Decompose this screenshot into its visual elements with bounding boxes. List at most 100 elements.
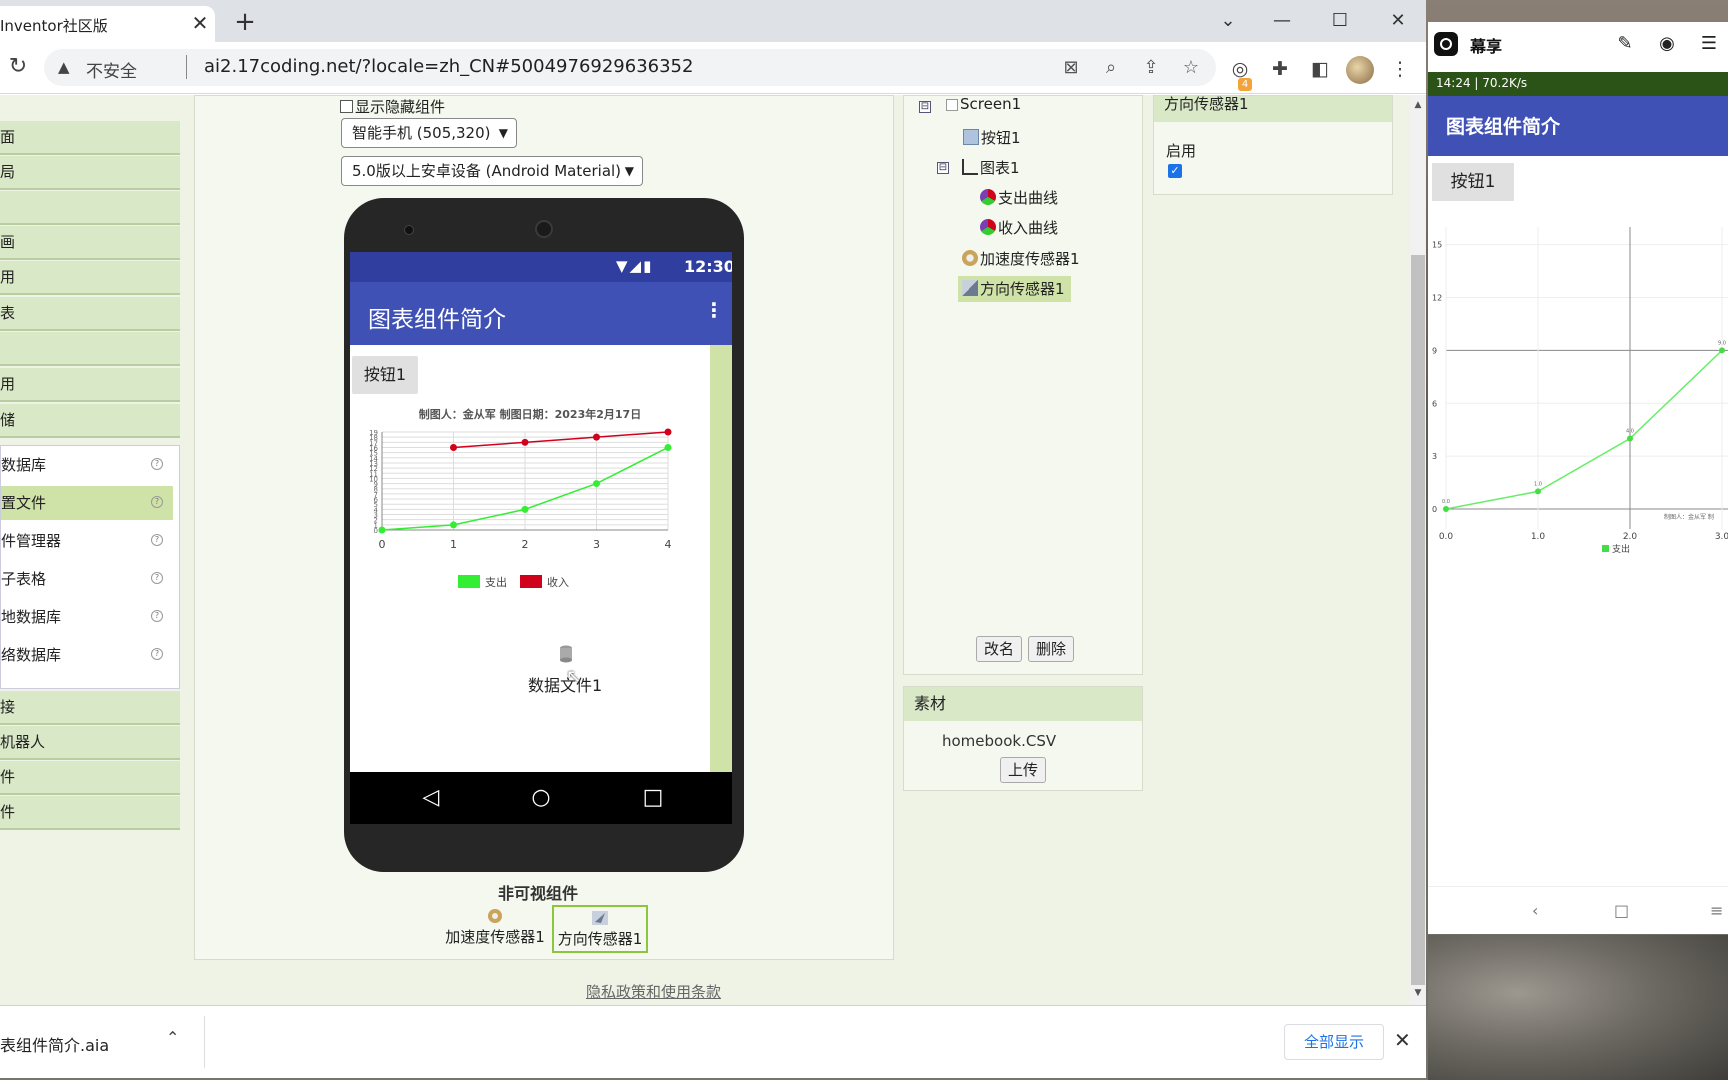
enabled-checkbox[interactable]: ✓ (1168, 164, 1182, 178)
enabled-label: 启用 (1166, 142, 1197, 160)
download-file[interactable]: 表组件简介.aia (0, 1032, 109, 1056)
palette-item[interactable]: 络数据库? (1, 638, 179, 672)
chart1[interactable]: 制图人：金从军 制图日期：2023年2月17日01234567891011121… (350, 404, 710, 594)
button1[interactable]: 按钮1 (352, 356, 418, 394)
download-close-icon[interactable]: ✕ (1394, 1028, 1411, 1052)
palette-category[interactable]: 机器人 (0, 726, 180, 760)
palette-category[interactable]: 局 (0, 156, 180, 190)
show-hidden-checkbox[interactable]: 显示隐藏组件 (340, 96, 445, 117)
zoom-icon[interactable]: ⌕ (1098, 56, 1124, 80)
reload-icon[interactable]: ↻ (6, 54, 30, 80)
wifi-signal-battery-icon: ▼◢▮ (616, 257, 654, 275)
back-icon[interactable]: ‹ (1532, 901, 1538, 920)
collapse-icon[interactable]: ⊟ (937, 162, 949, 174)
x-tick-label: 3 (593, 538, 600, 551)
rename-button[interactable]: 改名 (976, 636, 1022, 662)
browser-tab[interactable]: Inventor社区版 ✕ (0, 6, 215, 42)
tab-close-icon[interactable]: ✕ (190, 11, 210, 35)
share-data-point (1627, 435, 1633, 442)
show-all-button[interactable]: 全部显示 (1284, 1024, 1384, 1060)
palette-item[interactable]: 件管理器? (1, 524, 179, 558)
url-text[interactable]: ai2.17coding.net/?locale=zh_CN#500497692… (204, 56, 693, 77)
profile-avatar[interactable] (1346, 56, 1374, 84)
minimize-icon[interactable]: — (1262, 8, 1302, 34)
palette-category[interactable]: 接 (0, 691, 180, 725)
collapse-icon[interactable]: ⊟ (919, 101, 931, 113)
home-icon[interactable]: ○ (526, 784, 556, 812)
palette-item[interactable]: 数据库? (1, 448, 179, 482)
checkbox-box[interactable] (340, 100, 353, 113)
tree-item-button1[interactable]: 按钮1 (963, 125, 1021, 151)
palette-category[interactable]: 表 (0, 297, 180, 331)
help-icon[interactable]: ? (151, 534, 163, 546)
share-y-tick: 6 (1432, 399, 1437, 408)
new-tab-icon[interactable]: + (232, 9, 258, 36)
maximize-icon[interactable]: ☐ (1320, 8, 1360, 34)
privacy-link[interactable]: 隐私政策和使用条款 (586, 981, 721, 1002)
scroll-down-icon[interactable]: ▼ (1410, 988, 1426, 1000)
media-panel: 素材 homebook.CSV 上传 (903, 686, 1143, 791)
upload-button[interactable]: 上传 (1000, 757, 1046, 783)
side-panel-icon[interactable]: ◧ (1306, 56, 1334, 82)
palette-item[interactable]: 地数据库? (1, 600, 179, 634)
address-bar[interactable]: ▲ 不安全 ai2.17coding.net/?locale=zh_CN#500… (44, 49, 1216, 86)
palette-category[interactable]: 件 (0, 796, 180, 830)
nonvisible-accelerometer[interactable]: 加速度传感器1 (442, 905, 548, 953)
browser-menu-icon[interactable]: ⋮ (1386, 56, 1414, 82)
tree-item-income-line[interactable]: 收入曲线 (980, 215, 1058, 241)
share-legend-swatch (1602, 545, 1609, 552)
tree-item-accelerometer1[interactable]: 加速度传感器1 (962, 246, 1080, 272)
palette-category[interactable]: 用 (0, 261, 180, 295)
menu-icon[interactable]: ≡ (1710, 901, 1723, 920)
tree-item-screen1[interactable]: Screen1 (946, 91, 1021, 117)
home-icon[interactable]: □ (1614, 901, 1629, 920)
overflow-menu-icon[interactable]: ⋮ (704, 298, 724, 322)
palette-category-storage[interactable]: 储 (0, 404, 180, 438)
share-icon[interactable]: ⇪ (1138, 56, 1164, 80)
delete-button[interactable]: 删除 (1028, 636, 1074, 662)
window-close-icon[interactable]: ✕ (1378, 8, 1418, 34)
share-app-name: 幕享 (1470, 37, 1503, 56)
menu-icon[interactable]: ☰ (1698, 32, 1720, 56)
tree-item-chart1[interactable]: 图表1 (962, 155, 1020, 181)
help-icon[interactable]: ? (151, 610, 163, 622)
bookmark-star-icon[interactable]: ☆ (1178, 56, 1204, 80)
palette-category[interactable]: 件 (0, 761, 180, 795)
storage-list: 数据库? 置文件? 件管理器? 子表格? 地数据库? 络数据库? (0, 445, 180, 689)
record-icon[interactable]: ◉ (1656, 32, 1678, 56)
tree-item-orientation-sensor1[interactable]: 方向传感器1 (958, 276, 1071, 302)
help-icon[interactable]: ? (151, 458, 163, 470)
screen-scrollbar[interactable] (710, 345, 732, 772)
insecure-label[interactable]: 不安全 (86, 57, 137, 82)
device-size-select[interactable]: 智能手机 (505,320) ▼ (341, 118, 517, 148)
palette-category[interactable] (0, 332, 180, 366)
chevron-up-icon[interactable]: ⌃ (166, 1028, 179, 1047)
help-icon[interactable]: ? (151, 496, 163, 508)
tree-item-expense-line[interactable]: 支出曲线 (980, 185, 1058, 211)
nonvisible-orientation-sensor[interactable]: 方向传感器1 (552, 905, 648, 953)
phone-nav-bar: ◁ ○ □ (350, 772, 732, 824)
warning-icon[interactable]: ▲ (58, 58, 70, 76)
theme-select[interactable]: 5.0版以上安卓设备 (Android Material) ▼ (341, 156, 643, 186)
help-icon[interactable]: ? (151, 648, 163, 660)
share-button1[interactable]: 按钮1 (1432, 163, 1514, 201)
translate-icon[interactable]: ⊠ (1058, 56, 1084, 80)
brush-icon[interactable]: ✎ (1614, 32, 1636, 56)
share-status-text: 14:24 | 70.2K/s (1436, 76, 1528, 90)
page-scroll-thumb[interactable] (1411, 255, 1425, 985)
chevron-down-icon: ▼ (624, 164, 634, 178)
palette-category[interactable]: 画 (0, 226, 180, 260)
tab-search-chevron-icon[interactable]: ⌄ (1208, 8, 1248, 34)
scroll-up-icon[interactable]: ▲ (1410, 100, 1426, 112)
properties-title: 方向传感器1 (1154, 96, 1392, 122)
recents-icon[interactable]: □ (638, 784, 668, 812)
palette-category[interactable]: 面 (0, 121, 180, 155)
media-file[interactable]: homebook.CSV (942, 732, 1056, 750)
palette-category[interactable] (0, 191, 180, 225)
palette-category[interactable]: 用 (0, 368, 180, 402)
palette-item[interactable]: 子表格? (1, 562, 179, 596)
help-icon[interactable]: ? (151, 572, 163, 584)
back-icon[interactable]: ◁ (416, 784, 446, 812)
palette-item-selected[interactable]: 置文件? (1, 486, 173, 520)
puzzle-extensions-icon[interactable]: ✚ (1266, 56, 1294, 82)
